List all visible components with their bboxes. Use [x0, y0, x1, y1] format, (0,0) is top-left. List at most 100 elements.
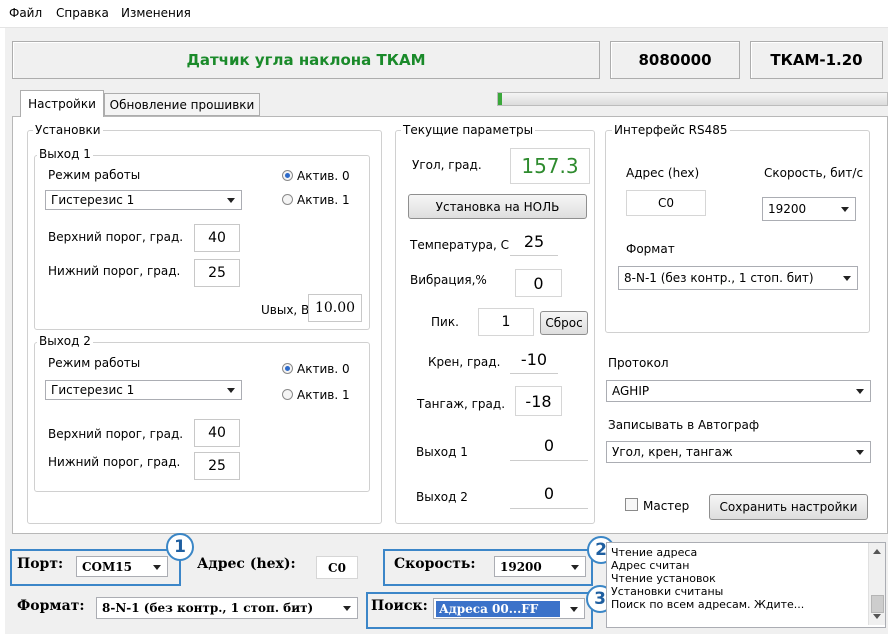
- tab-settings[interactable]: Настройки: [20, 90, 104, 117]
- chevron-down-icon: [343, 606, 351, 611]
- chevron-down-icon: [571, 564, 579, 570]
- device-serial: 8080000: [610, 41, 740, 79]
- output1-state-value: 0: [510, 430, 588, 461]
- uout-label: Uвых, В.: [261, 303, 314, 317]
- chevron-down-icon: [227, 198, 235, 203]
- output1-mode-label: Режим работы: [48, 168, 141, 182]
- uout-input[interactable]: 10.00: [308, 294, 362, 322]
- chevron-down-icon: [570, 606, 578, 612]
- speed-select[interactable]: 19200: [494, 556, 586, 577]
- rs485-format-label: Формат: [626, 242, 675, 256]
- output1-lower-label: Нижний порог, град.: [48, 264, 181, 278]
- output1-title: Выход 1: [37, 147, 93, 161]
- output1-active1-label: Актив. 1: [297, 193, 350, 207]
- rs485-speed-value: 19200: [768, 202, 807, 216]
- roll-label: Крен, град.: [428, 355, 501, 369]
- output2-active0-label: Актив. 0: [297, 362, 350, 376]
- output1-active0-label: Актив. 0: [297, 169, 350, 183]
- output2-title: Выход 2: [37, 334, 93, 348]
- scroll-up-icon[interactable]: [873, 549, 881, 554]
- port-label: Порт:: [17, 556, 64, 572]
- speed-value: 19200: [500, 559, 542, 574]
- output2-active0-radio[interactable]: [282, 363, 293, 374]
- address-input[interactable]: C0: [316, 556, 358, 579]
- scroll-thumb[interactable]: [871, 595, 884, 613]
- chevron-down-icon: [856, 389, 864, 394]
- format-select[interactable]: 8-N-1 (без контр., 1 стоп. бит): [96, 597, 358, 619]
- output1-state-label: Выход 1: [416, 445, 468, 459]
- reset-peak-button[interactable]: Сброс: [540, 311, 588, 335]
- current-params-title: Текущие параметры: [401, 123, 536, 137]
- menu-file[interactable]: Файл: [9, 6, 42, 20]
- output2-state-value: 0: [510, 478, 588, 509]
- output2-lower-input[interactable]: 25: [194, 452, 240, 480]
- output1-upper-input[interactable]: 40: [194, 224, 240, 252]
- log-line: Установки считаны: [611, 585, 724, 598]
- output2-lower-label: Нижний порог, град.: [48, 455, 181, 469]
- menu-bar: Файл Справка Изменения: [0, 0, 888, 28]
- search-label: Поиск:: [371, 598, 428, 614]
- chevron-down-icon: [843, 276, 851, 281]
- master-checkbox[interactable]: [625, 498, 638, 511]
- autograph-label: Записывать в Автограф: [608, 418, 760, 432]
- log-line: Чтение адреса: [611, 546, 698, 559]
- rs485-speed-select[interactable]: 19200: [762, 197, 856, 221]
- log-line: Поиск по всем адресам. Ждите...: [611, 598, 805, 611]
- rs485-address-input[interactable]: C0: [626, 190, 706, 216]
- master-label: Мастер: [643, 499, 690, 513]
- search-value: Адреса 00...FF: [436, 600, 560, 617]
- search-select[interactable]: Адреса 00...FF: [433, 598, 585, 619]
- set-zero-button[interactable]: Установка на НОЛЬ: [408, 194, 587, 219]
- angle-label: Угол, град.: [412, 158, 482, 172]
- tab-firmware[interactable]: Обновление прошивки: [104, 93, 260, 116]
- rs485-title: Интерфейс RS485: [612, 123, 730, 137]
- output1-mode-value: Гистерезис 1: [51, 193, 135, 207]
- format-label: Формат:: [17, 598, 85, 614]
- port-value: COM15: [82, 559, 132, 574]
- scroll-down-icon[interactable]: [873, 614, 881, 619]
- device-model: ТКАМ-1.20: [750, 41, 883, 79]
- pitch-label: Тангаж, град.: [417, 397, 506, 411]
- rs485-format-value: 8-N-1 (без контр., 1 стоп. бит): [624, 271, 814, 285]
- speed-label: Скорость:: [394, 556, 476, 572]
- output2-mode-select[interactable]: Гистерезис 1: [45, 380, 242, 400]
- chevron-down-icon: [841, 207, 849, 212]
- address-label: Адрес (hex):: [197, 556, 296, 572]
- output1-lower-input[interactable]: 25: [194, 259, 240, 287]
- roll-value: -10: [510, 345, 558, 374]
- output2-state-label: Выход 2: [416, 490, 468, 504]
- save-settings-button[interactable]: Сохранить настройки: [709, 494, 868, 520]
- log-box[interactable]: Чтение адреса Адрес считан Чтение устано…: [606, 542, 886, 628]
- temperature-label: Температура, С: [410, 238, 510, 252]
- output2-upper-input[interactable]: 40: [194, 419, 240, 447]
- output2-active1-label: Актив. 1: [297, 388, 350, 402]
- log-scrollbar[interactable]: [868, 543, 885, 625]
- chevron-down-icon: [856, 450, 864, 455]
- autograph-value: Угол, крен, тангаж: [612, 445, 733, 459]
- output1-mode-select[interactable]: Гистерезис 1: [45, 190, 242, 210]
- output2-active1-radio[interactable]: [282, 389, 293, 400]
- progress-bar: [497, 92, 888, 106]
- settings-group-title: Установки: [33, 123, 103, 137]
- port-select[interactable]: COM15: [76, 556, 168, 577]
- protocol-label: Протокол: [608, 356, 669, 370]
- progress-fill: [498, 93, 502, 105]
- rs485-group: [605, 130, 870, 333]
- angle-value: 157.3: [510, 148, 590, 184]
- output1-upper-label: Верхний порог, град.: [48, 230, 184, 244]
- peak-label: Пик.: [431, 315, 459, 329]
- output1-active0-radio[interactable]: [282, 170, 293, 181]
- rs485-address-label: Адрес (hex): [626, 166, 700, 180]
- autograph-select[interactable]: Угол, крен, тангаж: [606, 441, 871, 463]
- protocol-select[interactable]: AGHIP: [606, 380, 871, 402]
- output2-upper-label: Верхний порог, град.: [48, 427, 184, 441]
- menu-changes[interactable]: Изменения: [121, 6, 191, 20]
- output2-mode-label: Режим работы: [48, 356, 141, 370]
- rs485-format-select[interactable]: 8-N-1 (без контр., 1 стоп. бит): [618, 266, 858, 290]
- vibration-value: 0: [515, 269, 562, 297]
- log-line: Чтение установок: [611, 572, 716, 585]
- device-title: Датчик угла наклона ТКАМ: [12, 41, 600, 79]
- log-line: Адрес считан: [611, 559, 690, 572]
- menu-help[interactable]: Справка: [56, 6, 109, 20]
- output1-active1-radio[interactable]: [282, 194, 293, 205]
